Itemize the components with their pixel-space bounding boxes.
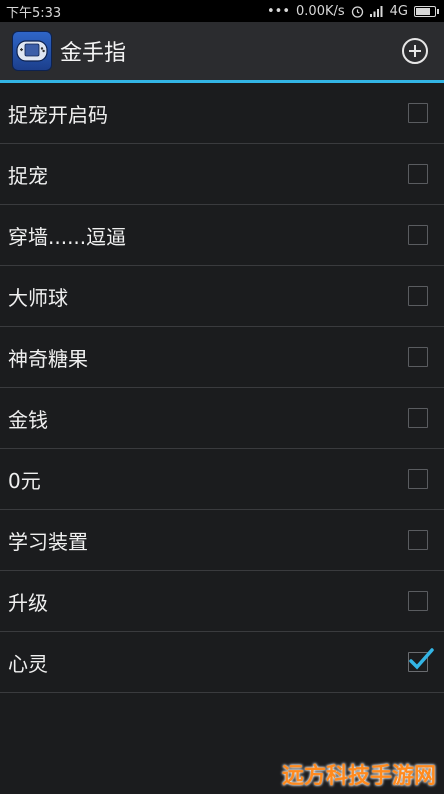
cheat-label: 神奇糖果 [8, 346, 88, 371]
battery-level [416, 7, 430, 15]
cheat-checkbox[interactable] [408, 648, 434, 672]
cheat-checkbox[interactable] [408, 225, 428, 245]
cheat-checkbox[interactable] [408, 103, 428, 123]
cheat-label: 心灵 [8, 651, 48, 676]
cheat-label: 升级 [8, 590, 48, 615]
cheat-row[interactable]: 学习装置 [0, 510, 444, 571]
cheat-row[interactable]: 升级 [0, 571, 444, 632]
gameboy-advance-icon [12, 31, 52, 71]
cheat-row[interactable]: 金钱 [0, 388, 444, 449]
cheat-label: 金钱 [8, 407, 48, 432]
cheat-checkbox[interactable] [408, 164, 428, 184]
circle-plus-icon [402, 38, 428, 64]
cheat-label: 0元 [8, 468, 41, 493]
signal-icon [369, 5, 384, 17]
network-type: 4G [389, 3, 408, 19]
network-speed: 0.00K/s [296, 3, 345, 19]
status-time: 下午5:33 [6, 5, 62, 21]
cheat-row[interactable]: 0元 [0, 449, 444, 510]
cheat-label: 大师球 [8, 285, 68, 310]
action-bar: 金手指 [0, 22, 444, 80]
cheat-row[interactable]: 神奇糖果 [0, 327, 444, 388]
cheat-label: 捉宠开启码 [8, 102, 108, 127]
watermark: 远方科技手游网 [281, 764, 436, 789]
cheat-label: 学习装置 [8, 529, 88, 554]
cheat-row[interactable]: 大师球 [0, 266, 444, 327]
add-cheat-button[interactable] [400, 36, 430, 66]
checkmark-icon [409, 648, 434, 670]
cheat-checkbox[interactable] [408, 408, 428, 428]
cheat-row[interactable]: 捉宠开启码 [0, 83, 444, 144]
battery-icon [414, 5, 439, 17]
alarm-icon [351, 5, 364, 18]
status-bar: 下午5:33 ••• 0.00K/s 4G [0, 0, 444, 22]
cheat-list: 捉宠开启码捉宠穿墙......逗逼 大师球神奇糖果金钱 0元学习装置升级心灵 [0, 83, 444, 693]
cheat-checkbox[interactable] [408, 286, 428, 306]
cheat-label: 捉宠 [8, 163, 48, 188]
cheat-label: 穿墙......逗逼 [8, 224, 127, 249]
status-indicators: ••• 0.00K/s 4G [267, 3, 439, 19]
more-dots-icon: ••• [267, 3, 291, 19]
cheat-row[interactable]: 心灵 [0, 632, 444, 693]
cheat-checkbox[interactable] [408, 347, 428, 367]
cheat-checkbox[interactable] [408, 469, 428, 489]
cheat-checkbox[interactable] [408, 530, 428, 550]
cheat-row[interactable]: 穿墙......逗逼 [0, 205, 444, 266]
page-title: 金手指 [60, 41, 127, 66]
cheat-row[interactable]: 捉宠 [0, 144, 444, 205]
cheat-checkbox[interactable] [408, 591, 428, 611]
